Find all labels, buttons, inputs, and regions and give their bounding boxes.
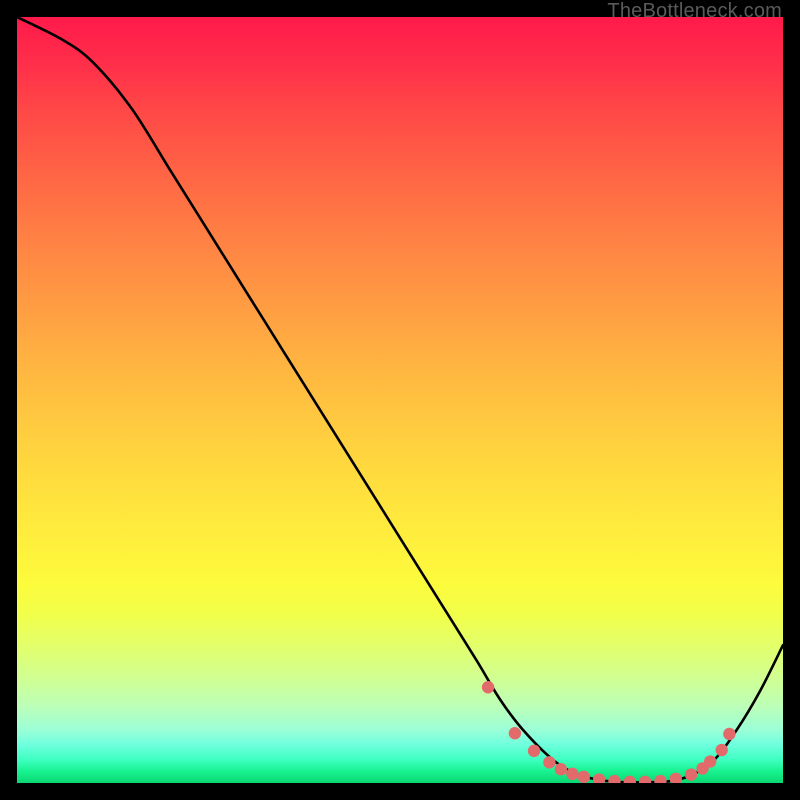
marker-dot [670, 773, 682, 783]
marker-dot [528, 745, 540, 757]
marker-dot [716, 744, 728, 756]
marker-dot [639, 776, 651, 783]
marker-dot [593, 773, 605, 783]
chart-stage: TheBottleneck.com [0, 0, 800, 800]
marker-dot [566, 768, 578, 780]
marker-dot [509, 727, 521, 739]
marker-dot [555, 763, 567, 775]
plot-area [17, 17, 783, 783]
marker-dot [482, 681, 494, 693]
optimum-markers [482, 681, 736, 783]
marker-dot [543, 756, 555, 768]
marker-dot [723, 728, 735, 740]
marker-dot [624, 776, 636, 783]
marker-dot [578, 771, 590, 783]
bottleneck-curve [17, 17, 783, 782]
marker-dot [704, 755, 716, 767]
marker-dot [654, 775, 666, 783]
marker-dot [608, 775, 620, 783]
marker-dot [685, 768, 697, 780]
chart-overlay [17, 17, 783, 783]
